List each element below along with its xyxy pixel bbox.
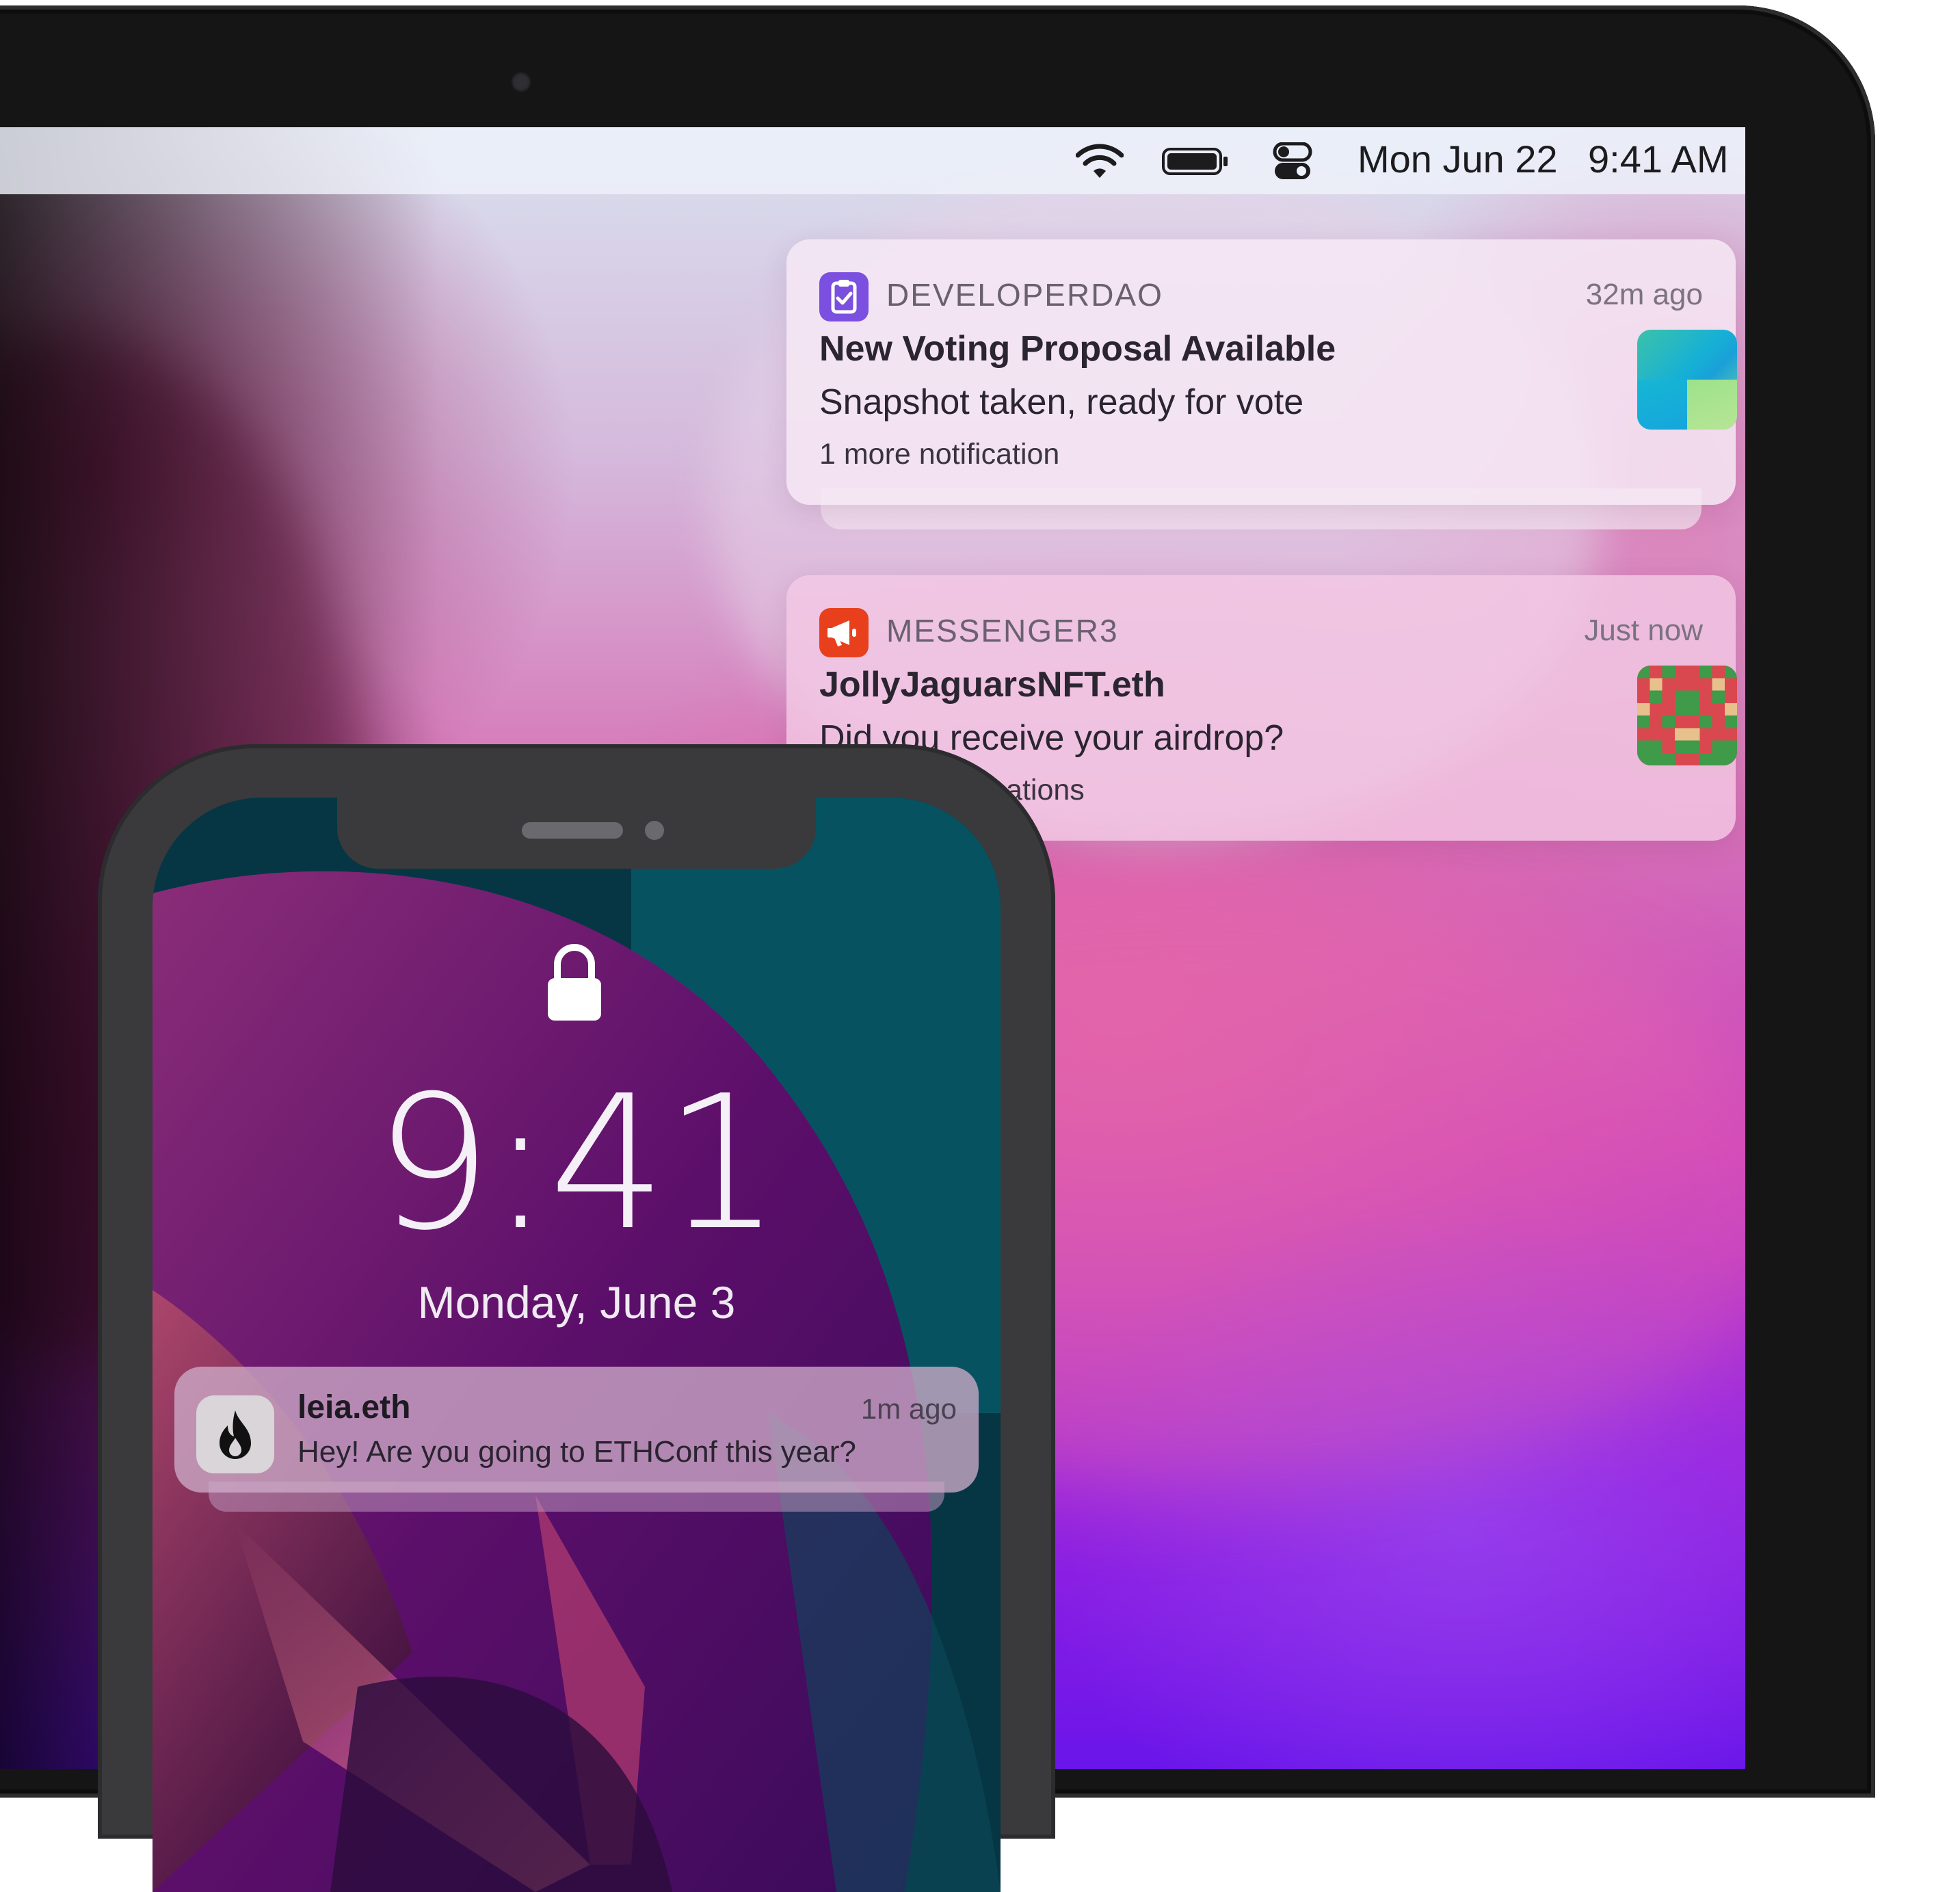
phone-frame: 9:41 Monday, June 3 leia.eth 1m ago Hey!…	[98, 744, 1055, 1892]
pixel-art-nft-thumbnail	[1637, 666, 1737, 765]
front-camera	[645, 821, 664, 840]
notification-title: New Voting Proposal Available	[819, 329, 1336, 369]
more-notifications-link[interactable]: 1 more notification	[819, 438, 1059, 471]
phone-lock-screen: 9:41 Monday, June 3 leia.eth 1m ago Hey!…	[153, 798, 1001, 1892]
menubar-time[interactable]: 9:41 AM	[1588, 137, 1728, 181]
menu-bar: Mon Jun 22 9:41 AM	[0, 127, 1745, 194]
lock-icon	[548, 944, 601, 1021]
menubar-date[interactable]: Mon Jun 22	[1358, 137, 1558, 181]
wifi-icon[interactable]	[1076, 142, 1124, 181]
notification-app-name: DEVELOPERDAO	[886, 277, 1163, 313]
notification-sender: leia.eth	[297, 1389, 411, 1425]
megaphone-icon	[819, 608, 869, 657]
speaker-grille	[522, 822, 623, 839]
notification-body: Snapshot taken, ready for vote	[819, 382, 1304, 422]
notification-app-name: MESSENGER3	[886, 613, 1119, 648]
phone-notch	[337, 798, 816, 869]
notification-body: Hey! Are you going to ETHConf this year?	[297, 1435, 856, 1469]
clipboard-check-icon	[819, 272, 869, 321]
notification-time: 1m ago	[860, 1393, 957, 1425]
flame-icon	[196, 1395, 274, 1473]
phone-notification-card[interactable]: leia.eth 1m ago Hey! Are you going to ET…	[174, 1367, 979, 1493]
notification-card[interactable]: DEVELOPERDAO 32m ago New Voting Proposal…	[786, 239, 1737, 505]
notification-title: JollyJaguarsNFT.eth	[819, 665, 1165, 705]
laptop-camera	[511, 72, 531, 92]
battery-icon[interactable]	[1161, 142, 1230, 181]
gradient-thumbnail	[1637, 330, 1737, 430]
control-center-icon[interactable]	[1272, 142, 1313, 181]
notification-time: Just now	[1584, 614, 1703, 647]
lock-screen-date: Monday, June 3	[417, 1277, 736, 1328]
notification-time: 32m ago	[1585, 278, 1703, 311]
lock-screen-clock: 9:41	[374, 1055, 781, 1271]
